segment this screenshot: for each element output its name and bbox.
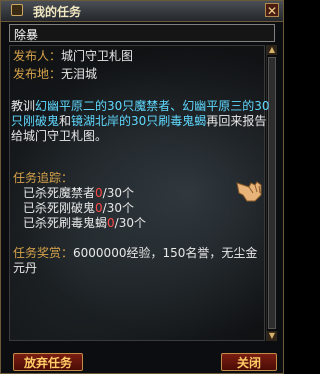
abandon-quest-button[interactable]: 放弃任务 [13, 353, 83, 371]
quest-name: 除暴 [14, 28, 39, 42]
publisher-value: 城门守卫札图 [61, 49, 134, 63]
tracking-total: /30个 [102, 201, 134, 215]
reward-label: 任务奖赏： [13, 246, 74, 260]
close-icon[interactable]: ✕ [265, 3, 279, 18]
tracking-count: 0 [107, 216, 115, 230]
scroll-down-icon[interactable]: ▼ [267, 331, 277, 341]
scroll-thumb[interactable] [268, 57, 276, 329]
tracking-count: 0 [95, 186, 103, 200]
desc-text-2: 和 [59, 114, 72, 128]
tracking-text: 已杀死刷毒鬼蝎 [23, 216, 108, 230]
publisher-label: 发布人： [13, 49, 62, 63]
tracking-text: 已杀死刚破鬼 [23, 201, 96, 215]
tracking-text: 已杀死魔禁者 [23, 186, 96, 200]
quest-window: 我的任务 ✕ 除暴 ▲ ▼ 发布人：城门守卫札图 发布地：无泪城 教训幻幽平原二… [0, 0, 284, 374]
location-label: 发布地： [13, 67, 62, 81]
hand-cursor-icon [236, 181, 262, 202]
tracking-item: 已杀死刷毒鬼蝎0/30个 [23, 214, 146, 231]
location-value: 无泪城 [61, 67, 98, 81]
tracking-total: /30个 [114, 216, 146, 230]
location-row: 发布地：无泪城 [13, 65, 97, 82]
quest-description: 教训幻幽平原二的30只魔禁者、幻幽平原三的30只刚破鬼和镜湖北岸的30只刷毒鬼蝎… [11, 99, 277, 144]
scroll-up-icon[interactable]: ▲ [267, 45, 277, 55]
quest-reward: 任务奖赏：6000000经验，150名誉，无尘金元丹 [13, 246, 261, 276]
tracking-total: /30个 [102, 186, 134, 200]
scrollbar[interactable]: ▲ ▼ [266, 45, 277, 341]
window-title: 我的任务 [33, 5, 82, 19]
publisher-row: 发布人：城门守卫札图 [13, 47, 133, 64]
close-button[interactable]: 关闭 [221, 353, 277, 371]
tracking-count: 0 [95, 201, 103, 215]
title-bar[interactable]: 我的任务 ✕ [1, 1, 283, 22]
desc-targets-2: 镜湖北岸的30只刷毒鬼蝎 [71, 114, 207, 128]
desc-text-1: 教训 [11, 99, 36, 113]
quest-name-bar[interactable]: 除暴 [9, 24, 275, 42]
lock-icon[interactable] [11, 4, 23, 16]
